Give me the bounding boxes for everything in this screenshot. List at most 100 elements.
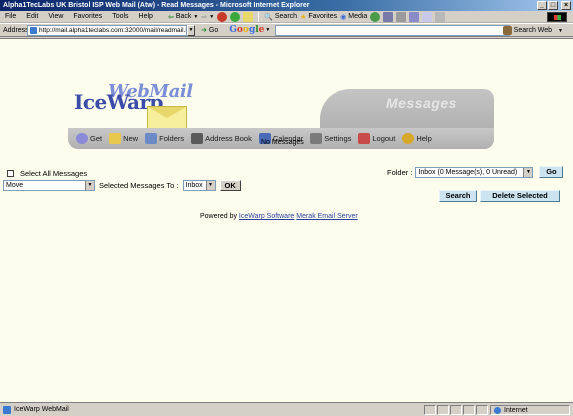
message-actions: Search Delete Selected bbox=[439, 190, 560, 202]
nav-address-book[interactable]: Address Book bbox=[191, 133, 252, 144]
media-label: Media bbox=[348, 13, 368, 20]
nav-folders-label: Folders bbox=[159, 134, 185, 143]
globe-icon bbox=[494, 406, 501, 414]
search-button[interactable]: 🔍 Search bbox=[264, 13, 297, 21]
folders-icon bbox=[145, 133, 158, 144]
merak-email-server-link[interactable]: Merak Email Server bbox=[296, 213, 357, 220]
go-folder-button[interactable]: Go bbox=[539, 166, 564, 178]
status-pane bbox=[437, 405, 449, 415]
windows-logo-icon bbox=[547, 12, 567, 22]
target-folder-select[interactable]: Inbox ▼ bbox=[182, 180, 216, 191]
stop-icon[interactable] bbox=[217, 11, 228, 22]
messenger-icon[interactable] bbox=[435, 11, 446, 22]
select-all-label: Select All Messages bbox=[20, 169, 88, 178]
nav-get[interactable]: Get bbox=[76, 133, 102, 144]
nav-new-label: New bbox=[123, 134, 139, 143]
menu-tools[interactable]: Tools bbox=[107, 13, 133, 20]
maximize-button[interactable]: □ bbox=[548, 1, 558, 10]
print-icon[interactable] bbox=[396, 11, 407, 22]
status-pane bbox=[424, 405, 436, 415]
status-bar: IceWarp WebMail Internet bbox=[0, 402, 573, 416]
folder-picker: Folder : Inbox (0 Message(s), 0 Unread) … bbox=[387, 166, 564, 178]
window-title-bar: Alpha1TecLabs UK Bristol ISP Web Mail (A… bbox=[0, 0, 573, 11]
minimize-button[interactable]: _ bbox=[537, 1, 547, 10]
home-icon[interactable] bbox=[243, 11, 254, 22]
action-select-value: Move bbox=[6, 182, 24, 189]
browser-toolbar: ⇦ Back ▼ ⇨ ▼ 🔍 Search ★ Favorites ◉ Media bbox=[168, 11, 446, 22]
nav-help-label: Help bbox=[416, 134, 432, 143]
folder-label: Folder : bbox=[387, 167, 413, 177]
nav-folders[interactable]: Folders bbox=[145, 133, 184, 144]
nav-new[interactable]: New bbox=[109, 133, 138, 144]
get-mail-icon bbox=[76, 133, 88, 144]
address-input[interactable]: http://mail.alpha1teclabs.com:32000/mail… bbox=[27, 24, 187, 36]
nav-settings-label: Settings bbox=[324, 134, 352, 143]
powered-by: Powered by IceWarp Software Merak Email … bbox=[200, 213, 358, 220]
go-button[interactable]: ➜ Go bbox=[198, 26, 221, 35]
security-zone: Internet bbox=[490, 405, 570, 415]
status-text-area: IceWarp WebMail bbox=[0, 405, 69, 414]
address-label: Address bbox=[3, 26, 29, 34]
powered-prefix: Powered by bbox=[200, 213, 237, 220]
envelope-icon bbox=[147, 106, 187, 129]
nav-get-label: Get bbox=[90, 134, 103, 143]
menu-file[interactable]: File bbox=[0, 13, 21, 20]
google-dropdown-icon[interactable]: ▼ bbox=[265, 27, 270, 33]
favorites-button[interactable]: ★ Favorites bbox=[300, 13, 337, 21]
select-all-row: Select All Messages bbox=[7, 169, 87, 178]
target-folder-value: Inbox bbox=[185, 182, 203, 189]
move-controls: Move ▼ Selected Messages To : Inbox ▼ OK bbox=[3, 180, 241, 191]
status-text: IceWarp WebMail bbox=[14, 406, 69, 413]
chevron-down-icon: ▼ bbox=[558, 27, 563, 34]
back-button[interactable]: ⇦ Back ▼ bbox=[168, 13, 198, 21]
page-content: Messages WebMail IceWarp Get New Folders… bbox=[0, 38, 573, 402]
mail-icon[interactable] bbox=[383, 11, 394, 22]
google-search-input[interactable] bbox=[275, 24, 511, 36]
status-pane bbox=[476, 405, 488, 415]
search-messages-button[interactable]: Search bbox=[439, 190, 477, 202]
menu-favorites[interactable]: Favorites bbox=[68, 13, 107, 20]
address-dropdown[interactable]: ▼ bbox=[187, 24, 195, 36]
refresh-icon[interactable] bbox=[230, 11, 241, 22]
nav-logout[interactable]: Logout bbox=[358, 133, 395, 144]
select-all-checkbox[interactable] bbox=[7, 170, 14, 177]
settings-icon bbox=[310, 133, 323, 144]
zone-label: Internet bbox=[504, 406, 528, 414]
binoculars-icon bbox=[502, 26, 512, 35]
delete-selected-button[interactable]: Delete Selected bbox=[480, 190, 560, 202]
media-button[interactable]: ◉ Media bbox=[340, 13, 367, 21]
nav-help[interactable]: Help bbox=[402, 133, 432, 144]
ok-button[interactable]: OK bbox=[219, 180, 241, 191]
selected-to-label: Selected Messages To : bbox=[99, 181, 179, 190]
search-web-button[interactable]: Search Web ▼ bbox=[502, 26, 563, 35]
chevron-down-icon: ▼ bbox=[85, 181, 94, 190]
address-bar: Address http://mail.alpha1teclabs.com:32… bbox=[0, 23, 573, 37]
go-label: Go bbox=[208, 26, 219, 34]
chevron-down-icon: ▼ bbox=[193, 13, 199, 20]
forward-button[interactable]: ⇨ ▼ bbox=[201, 13, 214, 21]
logout-icon bbox=[358, 133, 371, 144]
status-pane bbox=[463, 405, 475, 415]
toolbar-separator bbox=[258, 11, 260, 22]
menu-edit[interactable]: Edit bbox=[21, 13, 43, 20]
menu-view[interactable]: View bbox=[43, 13, 68, 20]
chevron-down-icon: ▼ bbox=[523, 167, 533, 177]
action-select[interactable]: Move ▼ bbox=[3, 180, 95, 191]
nav-address-book-label: Address Book bbox=[205, 134, 252, 143]
search-web-label: Search Web bbox=[513, 27, 553, 34]
folder-select[interactable]: Inbox (0 Message(s), 0 Unread) ▼ bbox=[415, 166, 534, 178]
window-title: Alpha1TecLabs UK Bristol ISP Web Mail (A… bbox=[3, 2, 310, 9]
nav-logout-label: Logout bbox=[372, 134, 396, 143]
edit-icon[interactable] bbox=[409, 11, 420, 22]
discuss-icon[interactable] bbox=[422, 11, 433, 22]
close-button[interactable]: × bbox=[561, 1, 571, 10]
icewarp-software-link[interactable]: IceWarp Software bbox=[239, 213, 294, 220]
section-title: Messages bbox=[386, 95, 457, 111]
menu-help[interactable]: Help bbox=[134, 13, 158, 20]
chevron-down-icon: ▼ bbox=[188, 26, 194, 33]
search-icon: 🔍 bbox=[264, 13, 273, 21]
chevron-down-icon: ▼ bbox=[209, 13, 215, 20]
history-icon[interactable] bbox=[370, 11, 381, 22]
nav-settings[interactable]: Settings bbox=[310, 133, 351, 144]
help-icon bbox=[402, 133, 415, 144]
